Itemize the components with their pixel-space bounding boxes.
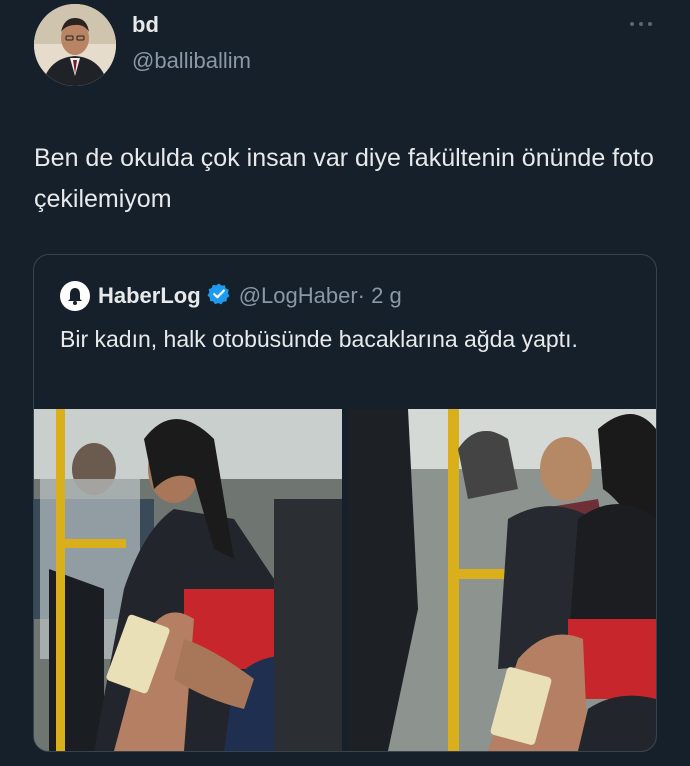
author-handle[interactable]: @balliballim [132,48,251,74]
bus-scene-image [34,409,342,751]
quoted-tweet-time[interactable]: · 2 g [358,283,402,309]
quoted-tweet-text: Bir kadın, halk otobüsünde bacaklarına a… [60,326,578,352]
author-name[interactable]: bd [132,12,159,38]
quoted-tweet-card[interactable]: HaberLog @LogHaber · 2 g Bir kadın, halk… [33,254,657,752]
bell-logo-icon[interactable] [60,281,90,311]
media-photo-right[interactable] [348,409,656,751]
more-options-icon[interactable] [628,12,654,33]
avatar-image [34,4,116,86]
tweet-text: Ben de okulda çok insan var diye fakülte… [34,144,654,213]
media-photo-left[interactable] [34,409,342,751]
bus-scene-image [348,409,656,751]
avatar[interactable] [34,4,116,86]
verified-badge-icon [207,282,239,311]
quoted-author-handle[interactable]: @LogHaber [239,283,358,309]
quoted-author-name[interactable]: HaberLog [98,283,201,309]
quoted-tweet-header: HaberLog @LogHaber · 2 g [60,281,402,311]
quoted-tweet-media[interactable] [34,409,656,751]
